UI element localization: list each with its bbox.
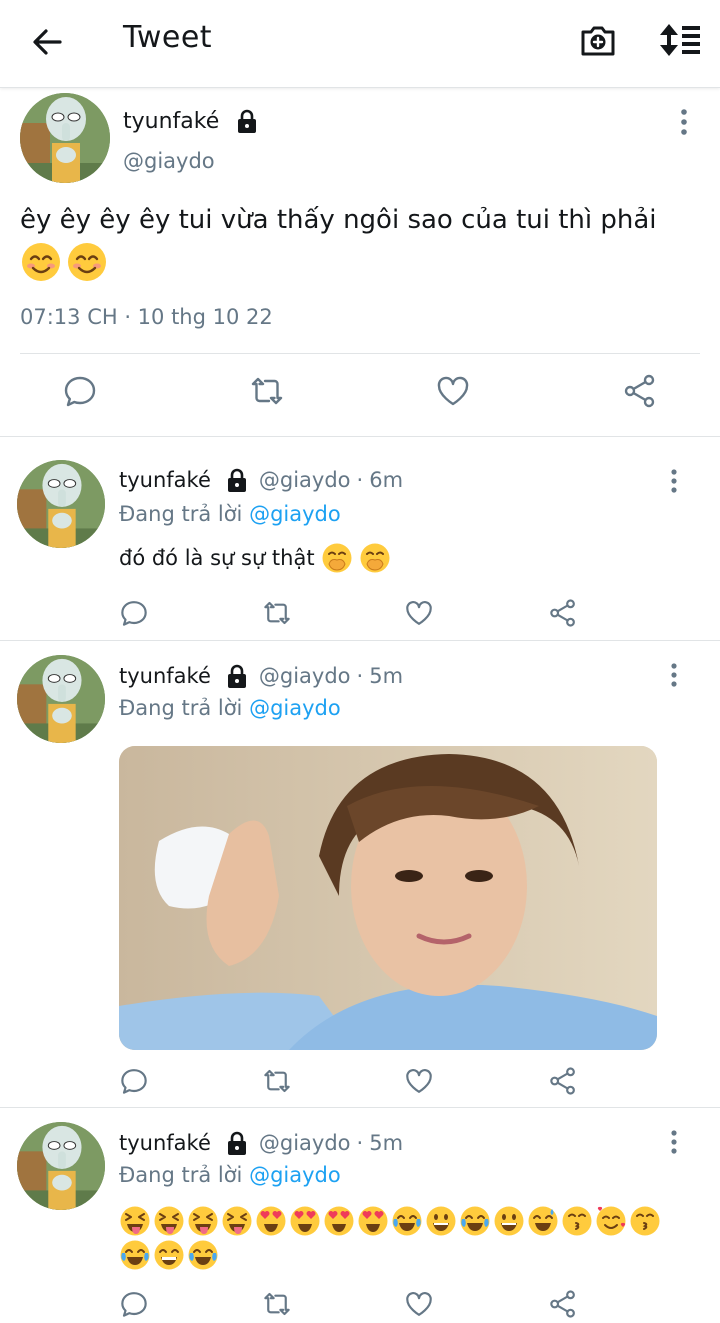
- avatar[interactable]: [17, 1122, 105, 1210]
- share-icon[interactable]: [548, 598, 578, 628]
- tweet-text: đó đó là sự sự thật: [119, 546, 315, 570]
- author-name: tyunfaké: [119, 468, 211, 492]
- smiling-hearts-icon: [595, 1205, 627, 1237]
- face-with-hand-over-mouth-icon: [321, 542, 353, 574]
- page-title: Tweet: [123, 20, 213, 55]
- squinting-tongue-icon: [221, 1205, 253, 1237]
- tweet-actions: [0, 598, 720, 634]
- like-heart-icon[interactable]: [435, 373, 471, 409]
- more-options-icon[interactable]: [670, 107, 698, 137]
- smiling-face-with-smiling-eyes-icon: [20, 241, 62, 283]
- separator: ·: [356, 664, 364, 688]
- squinting-tongue-icon: [187, 1205, 219, 1237]
- replying-to: Đang trả lời @giaydo: [119, 502, 341, 526]
- replying-prefix: Đang trả lời: [119, 502, 243, 526]
- face-with-hand-over-mouth-icon: [359, 542, 391, 574]
- lock-icon: [233, 107, 261, 135]
- tweet-time: 5m: [369, 664, 404, 688]
- like-heart-icon[interactable]: [404, 1066, 434, 1096]
- heart-eyes-icon: [323, 1205, 355, 1237]
- heart-eyes-icon: [289, 1205, 321, 1237]
- separator: ·: [356, 1131, 364, 1155]
- replying-prefix: Đang trả lời: [119, 1163, 243, 1187]
- more-options-icon[interactable]: [660, 468, 688, 494]
- tweet-actions: [0, 1289, 720, 1323]
- lock-icon: [223, 1129, 251, 1157]
- back-arrow-icon[interactable]: [26, 20, 70, 64]
- grinning-sweat-icon: [527, 1205, 559, 1237]
- separator: ·: [356, 468, 364, 492]
- lock-icon: [223, 662, 251, 690]
- author-name: tyunfaké: [123, 108, 220, 134]
- author-name: tyunfaké: [119, 664, 211, 688]
- tweet-emojis: [20, 241, 108, 283]
- squinting-tongue-icon: [119, 1205, 151, 1237]
- main-tweet: tyunfaké @giaydo êy êy êy êy tui vừa thấ…: [0, 89, 720, 437]
- kissing-face-icon: [561, 1205, 593, 1237]
- replying-prefix: Đang trả lời: [119, 696, 243, 720]
- smiling-face-with-smiling-eyes-icon: [66, 241, 108, 283]
- squinting-tongue-icon: [153, 1205, 185, 1237]
- tweet-actions: [0, 1066, 720, 1102]
- grinning-face-icon: [425, 1205, 457, 1237]
- reply-tweet[interactable]: tyunfaké @giaydo · 5m Đang trả lời @giay…: [0, 642, 720, 1108]
- reply-icon[interactable]: [62, 373, 98, 409]
- retweet-icon[interactable]: [249, 373, 285, 409]
- reply-icon[interactable]: [119, 598, 149, 628]
- replying-to: Đang trả lời @giaydo: [119, 696, 341, 720]
- heart-eyes-icon: [255, 1205, 287, 1237]
- lock-icon: [223, 466, 251, 494]
- reply-tweet[interactable]: tyunfaké @giaydo · 6m Đang trả lời @giay…: [0, 438, 720, 641]
- share-icon[interactable]: [622, 373, 658, 409]
- grinning-face-icon: [493, 1205, 525, 1237]
- mention-link[interactable]: @giaydo: [249, 502, 341, 526]
- top-app-bar: Tweet: [0, 0, 720, 88]
- author-handle: @giaydo: [258, 468, 351, 492]
- more-options-icon[interactable]: [660, 1129, 688, 1155]
- share-icon[interactable]: [548, 1066, 578, 1096]
- divider: [20, 353, 700, 354]
- tears-of-joy-icon: [187, 1239, 219, 1271]
- avatar[interactable]: [20, 93, 110, 183]
- retweet-icon[interactable]: [262, 1289, 292, 1319]
- retweet-icon[interactable]: [262, 598, 292, 628]
- more-options-icon[interactable]: [660, 662, 688, 688]
- avatar[interactable]: [17, 655, 105, 743]
- reply-tweet[interactable]: tyunfaké @giaydo · 5m Đang trả lời @giay…: [0, 1109, 720, 1323]
- like-heart-icon[interactable]: [404, 1289, 434, 1319]
- tweet-photo[interactable]: [119, 746, 657, 1050]
- sort-icon[interactable]: [656, 18, 704, 62]
- avatar[interactable]: [17, 460, 105, 548]
- heart-eyes-icon: [357, 1205, 389, 1237]
- retweet-icon[interactable]: [262, 1066, 292, 1096]
- mention-link[interactable]: @giaydo: [249, 696, 341, 720]
- emoji-sequence: [119, 1205, 679, 1271]
- beaming-face-icon: [153, 1239, 185, 1271]
- reply-icon[interactable]: [119, 1289, 149, 1319]
- author-name: tyunfaké: [119, 1131, 211, 1155]
- tears-of-joy-icon: [391, 1205, 423, 1237]
- tweet-text: êy êy êy êy tui vừa thấy ngôi sao của tu…: [20, 205, 657, 235]
- author-handle[interactable]: @giaydo: [123, 149, 215, 173]
- tweet-actions: [0, 373, 720, 417]
- author-handle: @giaydo: [258, 664, 351, 688]
- camera-icon[interactable]: [576, 18, 620, 62]
- author-handle: @giaydo: [258, 1131, 351, 1155]
- kissing-face-icon: [629, 1205, 661, 1237]
- tweet-time: 6m: [369, 468, 404, 492]
- reply-icon[interactable]: [119, 1066, 149, 1096]
- mention-link[interactable]: @giaydo: [249, 1163, 341, 1187]
- share-icon[interactable]: [548, 1289, 578, 1319]
- tweet-time: 5m: [369, 1131, 404, 1155]
- tweet-timestamp: 07:13 CH · 10 thg 10 22: [20, 305, 273, 329]
- tears-of-joy-icon: [119, 1239, 151, 1271]
- tweet-body: đó đó là sự sự thật: [119, 542, 391, 574]
- replying-to: Đang trả lời @giaydo: [119, 1163, 341, 1187]
- like-heart-icon[interactable]: [404, 598, 434, 628]
- tears-of-joy-icon: [459, 1205, 491, 1237]
